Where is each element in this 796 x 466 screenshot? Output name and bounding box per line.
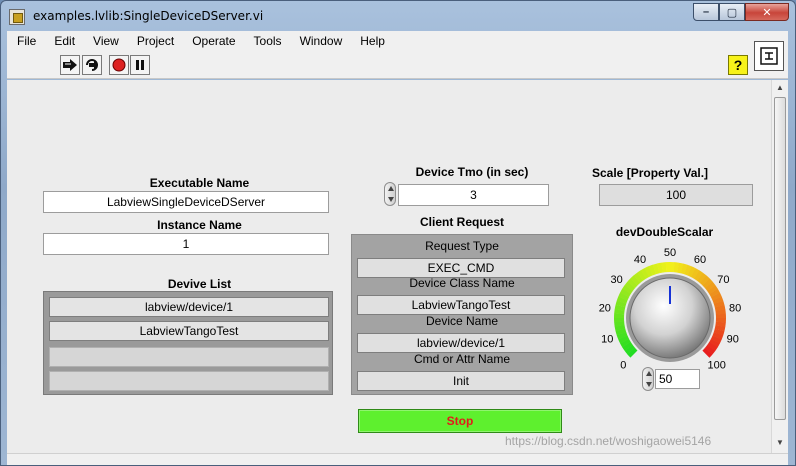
scroll-down-icon[interactable]: ▼ <box>776 438 784 447</box>
request-type-field[interactable]: EXEC_CMD <box>357 258 565 278</box>
knob-tick-label: 40 <box>634 254 646 266</box>
menu-help[interactable]: Help <box>350 34 393 48</box>
knob-tick-label: 10 <box>601 333 613 345</box>
front-panel: Executable Name LabviewSingleDeviceDServ… <box>7 80 771 453</box>
knob-arc-segment <box>614 317 625 323</box>
device-class-label: Device Class Name <box>409 276 515 290</box>
menu-bar: File Edit View Project Operate Tools Win… <box>7 31 788 51</box>
device-list-label: Devive List <box>167 277 232 291</box>
knob-tick-label: 70 <box>717 274 729 286</box>
device-name-label: Device Name <box>425 314 499 328</box>
vertical-scrollbar[interactable]: ▲ ▼ <box>771 80 788 453</box>
labview-vi-icon <box>9 9 25 25</box>
scroll-up-icon[interactable]: ▲ <box>776 83 784 92</box>
stop-button[interactable]: Stop <box>358 409 562 433</box>
list-item[interactable] <box>49 347 329 367</box>
watermark-text: https://blog.csdn.net/woshigaowei5146 <box>505 434 712 448</box>
menu-view[interactable]: View <box>83 34 127 48</box>
vi-connector-icon[interactable] <box>754 41 784 71</box>
list-item[interactable] <box>49 371 329 391</box>
menu-tools[interactable]: Tools <box>244 34 290 48</box>
knob-arc-segment <box>715 313 726 319</box>
window-title: examples.lvlib:SingleDeviceDServer.vi <box>33 9 264 23</box>
scale-label: Scale [Property Val.] <box>592 166 709 180</box>
scroll-thumb[interactable] <box>774 97 786 420</box>
instance-name-label: Instance Name <box>157 218 242 232</box>
device-tmo-label: Device Tmo (in sec) <box>415 165 529 179</box>
pause-icon[interactable] <box>130 55 150 75</box>
device-tmo-field[interactable]: 3 <box>398 184 549 206</box>
knob-gauge[interactable]: 0 10 20 30 40 50 60 70 80 90 100 <box>585 235 765 373</box>
menu-project[interactable]: Project <box>127 34 182 48</box>
maximize-button[interactable]: ▢ <box>719 3 745 21</box>
knob-value-field[interactable]: 50 <box>655 369 700 389</box>
client-request-label: Client Request <box>419 215 504 229</box>
menu-edit[interactable]: Edit <box>44 34 83 48</box>
knob-tick-label: 0 <box>620 360 626 372</box>
knob-value-stepper[interactable] <box>642 367 654 391</box>
minimize-button[interactable]: – <box>693 3 719 21</box>
title-bar[interactable]: examples.lvlib:SingleDeviceDServer.vi – … <box>1 1 795 31</box>
toolbar: ? <box>7 41 788 79</box>
menu-operate[interactable]: Operate <box>182 34 243 48</box>
device-tmo-stepper[interactable] <box>384 182 396 206</box>
menu-window[interactable]: Window <box>290 34 351 48</box>
knob-tick-label: 90 <box>727 333 739 345</box>
list-item[interactable]: labview/device/1 <box>49 297 329 317</box>
run-arrow-icon[interactable] <box>60 55 80 75</box>
menu-file[interactable]: File <box>7 34 44 48</box>
knob-arc-segment <box>665 262 671 273</box>
device-class-field[interactable]: LabviewTangoTest <box>357 295 565 315</box>
knob-tick-label: 100 <box>707 360 725 372</box>
scale-value-field: 100 <box>599 184 753 206</box>
knob-tick-label: 20 <box>599 303 611 315</box>
instance-name-field[interactable]: 1 <box>43 233 329 255</box>
status-bar <box>7 453 788 465</box>
cmd-attr-field[interactable]: Init <box>357 371 565 391</box>
knob-tick-label: 50 <box>664 247 676 259</box>
list-item[interactable]: LabviewTangoTest <box>49 321 329 341</box>
run-continuously-icon[interactable] <box>82 55 102 75</box>
close-button[interactable]: ✕ <box>745 3 789 21</box>
knob-tick-label: 60 <box>694 254 706 266</box>
abort-icon[interactable] <box>109 55 129 75</box>
request-type-label: Request Type <box>425 239 499 253</box>
executable-name-field[interactable]: LabviewSingleDeviceDServer <box>43 191 329 213</box>
device-list: labview/device/1 LabviewTangoTest <box>43 291 333 395</box>
executable-name-label: Executable Name <box>149 176 250 190</box>
client-request-cluster: Request Type EXEC_CMD Device Class Name … <box>351 234 573 395</box>
knob-tick-label: 80 <box>729 303 741 315</box>
context-help-button[interactable]: ? <box>728 55 748 75</box>
cmd-attr-label: Cmd or Attr Name <box>413 352 511 366</box>
knob-tick-label: 30 <box>610 274 622 286</box>
device-name-field[interactable]: labview/device/1 <box>357 333 565 353</box>
